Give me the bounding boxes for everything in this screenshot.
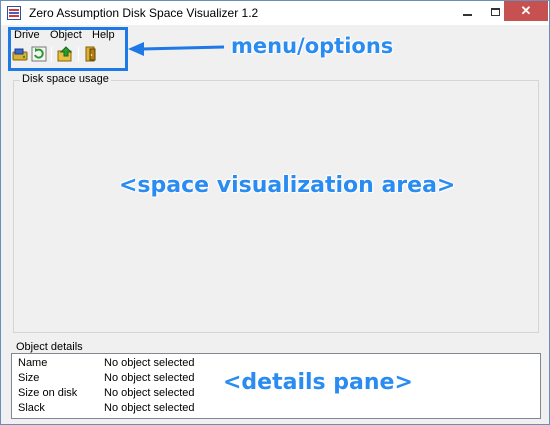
title-bar[interactable]: Zero Assumption Disk Space Visualizer 1.… xyxy=(1,1,549,25)
maximize-icon xyxy=(490,7,500,16)
detail-key: Slack xyxy=(18,402,45,414)
detail-key: Size xyxy=(18,372,40,384)
detail-value: No object selected xyxy=(104,357,195,369)
detail-row-slack: Slack No object selected xyxy=(12,401,540,416)
detail-value: No object selected xyxy=(104,402,195,414)
detail-row-name: Name No object selected xyxy=(12,356,540,371)
details-pane-annotation: <details pane> xyxy=(223,370,413,395)
menu-options-annotation: menu/options xyxy=(231,34,394,58)
object-details-label: Object details xyxy=(16,341,83,353)
detail-key: Name xyxy=(18,357,48,369)
disk-space-usage-label: Disk space usage xyxy=(20,73,111,85)
close-button[interactable]: ✕ xyxy=(504,1,548,21)
minimize-button[interactable] xyxy=(453,1,481,21)
minimize-icon xyxy=(462,13,472,16)
annotation-arrow-icon xyxy=(128,42,225,56)
space-area-annotation: <space visualization area> xyxy=(119,173,456,198)
app-window: Zero Assumption Disk Space Visualizer 1.… xyxy=(0,0,550,425)
detail-key: Size on disk xyxy=(18,387,78,399)
app-icon xyxy=(7,6,21,20)
close-icon: ✕ xyxy=(520,3,532,18)
menu-options-highlight xyxy=(8,27,128,71)
window-title: Zero Assumption Disk Space Visualizer 1.… xyxy=(29,6,259,20)
space-visualization-area[interactable]: Disk space usage xyxy=(13,73,539,333)
detail-value: No object selected xyxy=(104,387,195,399)
detail-value: No object selected xyxy=(104,372,195,384)
